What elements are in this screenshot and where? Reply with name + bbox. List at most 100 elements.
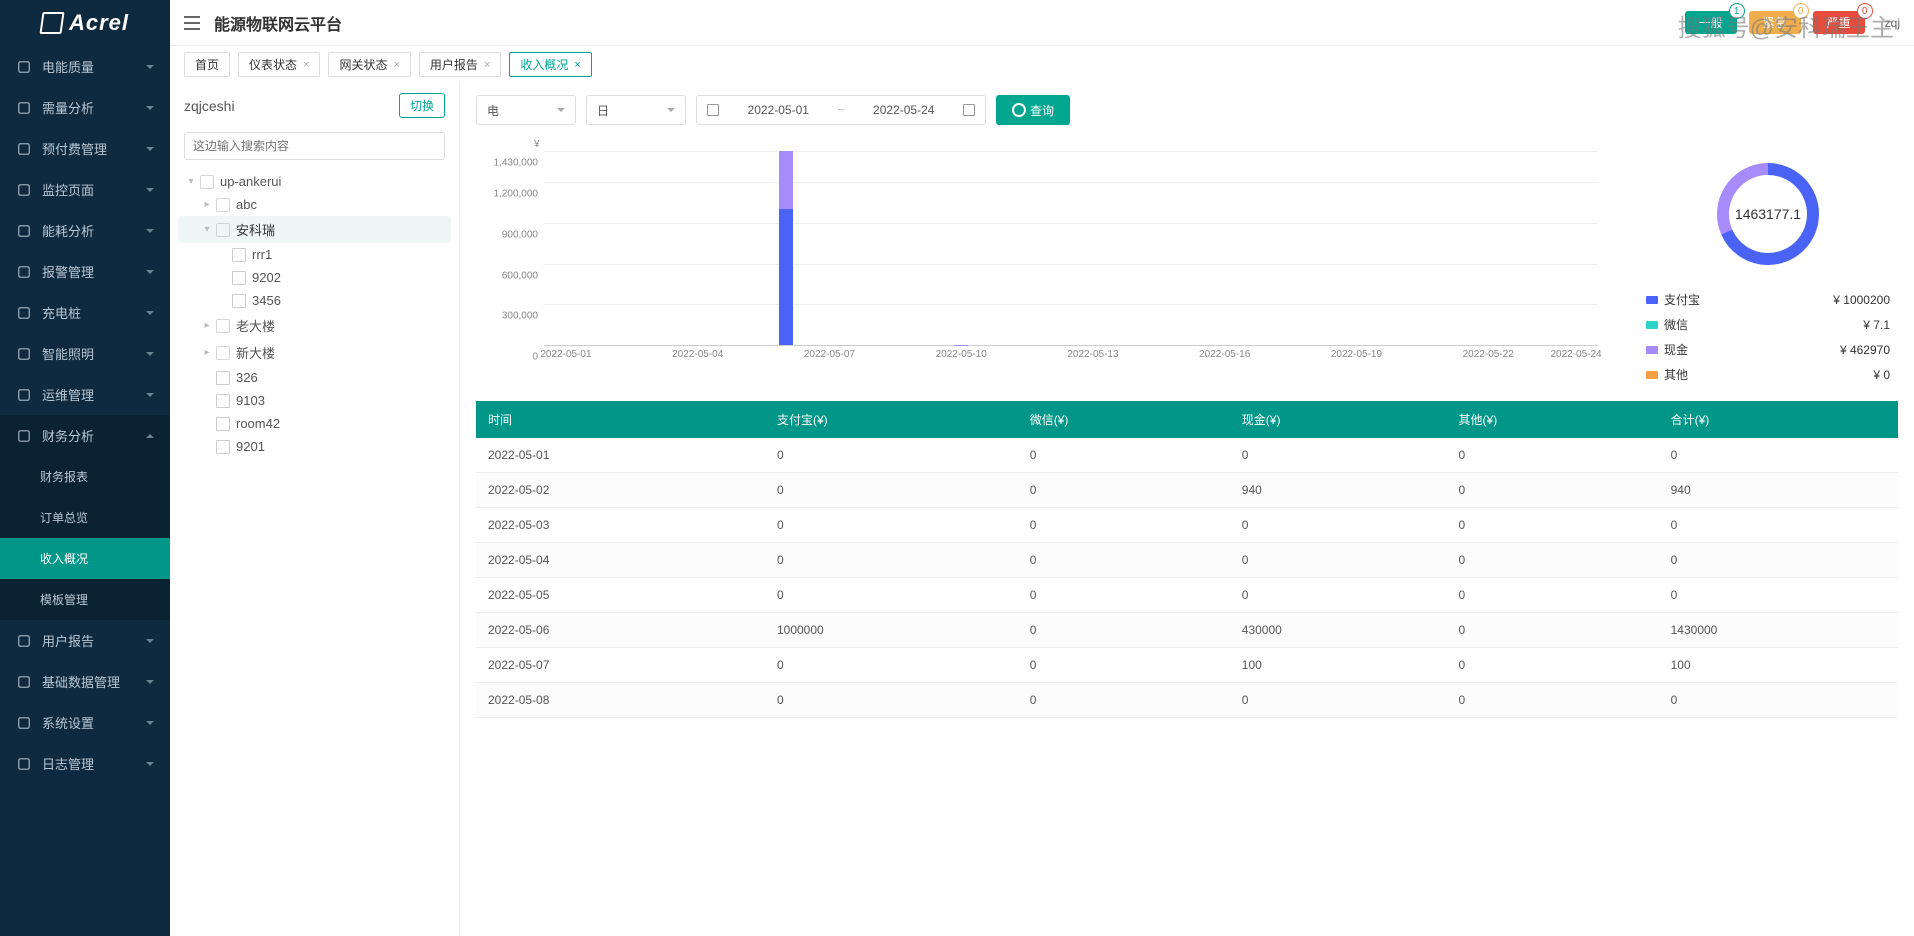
- tree-node[interactable]: 9201: [178, 435, 451, 458]
- table-row: 2022-05-02009400940: [476, 473, 1898, 508]
- tree-title: zqjceshi: [184, 98, 235, 114]
- nav-item[interactable]: 能耗分析: [0, 210, 170, 251]
- tree-toggle-icon[interactable]: ▾: [186, 176, 196, 187]
- tree-node[interactable]: ▾up-ankerui: [178, 170, 451, 193]
- tree-toggle-icon[interactable]: ▾: [202, 224, 212, 235]
- topbar: 能源物联网云平台 一般1紧急0严重0 zqj 搜狐号@安科瑞王主: [170, 0, 1914, 46]
- tree-node[interactable]: room42: [178, 412, 451, 435]
- granularity-select[interactable]: 日: [586, 95, 686, 125]
- table-cell: 0: [1018, 613, 1230, 648]
- card-icon: [16, 141, 32, 157]
- close-icon[interactable]: ×: [303, 59, 309, 71]
- bar-group: [779, 151, 793, 345]
- tree-node[interactable]: ▸新大楼: [178, 339, 451, 366]
- menu-toggle-icon[interactable]: [184, 16, 200, 30]
- alert-badge[interactable]: 一般1: [1685, 11, 1737, 34]
- nav-item[interactable]: 需量分析: [0, 87, 170, 128]
- legend-label: 微信: [1664, 316, 1688, 333]
- nav-subitem[interactable]: 财务报表: [0, 456, 170, 497]
- legend-swatch: [1646, 371, 1658, 379]
- nav-item[interactable]: 充电桩: [0, 292, 170, 333]
- tree-node-label: room42: [236, 416, 280, 431]
- nav-label: 基础数据管理: [42, 672, 146, 691]
- table-cell: 2022-05-06: [476, 613, 765, 648]
- nav-subitem[interactable]: 订单总览: [0, 497, 170, 538]
- tree-node[interactable]: ▾安科瑞: [178, 216, 451, 243]
- alert-badge[interactable]: 严重0: [1813, 11, 1865, 34]
- query-button[interactable]: 查询: [996, 95, 1070, 125]
- legend-value: ¥ 7.1: [1863, 318, 1890, 332]
- table-cell: 0: [1447, 438, 1659, 473]
- tree-node[interactable]: ▸abc: [178, 193, 451, 216]
- nav-item[interactable]: 报警管理: [0, 251, 170, 292]
- switch-button[interactable]: 切换: [399, 93, 445, 118]
- close-icon[interactable]: ×: [574, 59, 580, 71]
- tab[interactable]: 网关状态×: [328, 52, 410, 77]
- table-cell: 0: [1230, 508, 1447, 543]
- nav-subitem[interactable]: 收入概况: [0, 538, 170, 579]
- nav-item[interactable]: 用户报告: [0, 620, 170, 661]
- nav-label: 报警管理: [42, 262, 146, 281]
- table-cell: 2022-05-01: [476, 438, 765, 473]
- chevron-down-icon: [146, 639, 154, 643]
- tree-node[interactable]: rrr1: [178, 243, 451, 266]
- table-row: 2022-05-061000000043000001430000: [476, 613, 1898, 648]
- nav-label: 运维管理: [42, 385, 146, 404]
- tab-bar: 首页仪表状态×网关状态×用户报告×收入概况×: [170, 46, 1914, 83]
- folder-icon: [200, 175, 214, 189]
- nav-item[interactable]: 电能质量: [0, 46, 170, 87]
- badge-label: 一般: [1699, 16, 1723, 30]
- bars-icon: [16, 223, 32, 239]
- bar-segment: [779, 209, 793, 345]
- tab[interactable]: 仪表状态×: [238, 52, 320, 77]
- tab-label: 用户报告: [430, 56, 478, 73]
- nav-item[interactable]: 系统设置: [0, 702, 170, 743]
- alert-badge[interactable]: 紧急0: [1749, 11, 1801, 34]
- table-row: 2022-05-0500000: [476, 578, 1898, 613]
- chart-plot: 0300,000600,000900,0001,200,0001,430,000: [544, 151, 1598, 345]
- close-icon[interactable]: ×: [484, 59, 490, 71]
- nav-item[interactable]: 监控页面: [0, 169, 170, 210]
- tree-toggle-icon[interactable]: ▸: [202, 199, 212, 210]
- nav-item[interactable]: 运维管理: [0, 374, 170, 415]
- tree-body: ▾up-ankerui▸abc▾安科瑞rrr192023456▸老大楼▸新大楼3…: [170, 170, 459, 936]
- tab[interactable]: 首页: [184, 52, 230, 77]
- table-cell: 0: [1447, 543, 1659, 578]
- tree-node[interactable]: 9202: [178, 266, 451, 289]
- user-name[interactable]: zqj: [1885, 16, 1900, 30]
- tree-toggle-icon[interactable]: ▸: [202, 320, 212, 331]
- nav-item[interactable]: 预付费管理: [0, 128, 170, 169]
- table-cell: 0: [765, 543, 1018, 578]
- legend-value: ¥ 1000200: [1833, 293, 1890, 307]
- table-cell: 0: [1447, 578, 1659, 613]
- tree-node[interactable]: ▸老大楼: [178, 312, 451, 339]
- tab[interactable]: 用户报告 ×: [419, 52, 501, 77]
- nav-label: 电能质量: [42, 57, 146, 76]
- doc-icon: [216, 440, 230, 454]
- tab[interactable]: 收入概况×: [509, 52, 591, 77]
- tree-node[interactable]: 9103: [178, 389, 451, 412]
- close-icon[interactable]: ×: [393, 59, 399, 71]
- metric-select[interactable]: 电: [476, 95, 576, 125]
- tree-toggle-icon[interactable]: ▸: [202, 347, 212, 358]
- table-row: 2022-05-07001000100: [476, 648, 1898, 683]
- tree-node[interactable]: 326: [178, 366, 451, 389]
- calendar-icon: [963, 104, 975, 116]
- bulb-icon: [16, 346, 32, 362]
- table-row: 2022-05-0300000: [476, 508, 1898, 543]
- tree-node[interactable]: 3456: [178, 289, 451, 312]
- grid-icon: [16, 674, 32, 690]
- nav-subitem[interactable]: 模板管理: [0, 579, 170, 620]
- table-cell: 0: [1447, 613, 1659, 648]
- date-range-picker[interactable]: 2022-05-01 ~ 2022-05-24: [696, 95, 986, 125]
- nav-item[interactable]: 基础数据管理: [0, 661, 170, 702]
- nav-item[interactable]: 日志管理: [0, 743, 170, 784]
- date-from: 2022-05-01: [748, 103, 809, 117]
- nav-label: 日志管理: [42, 754, 146, 773]
- nav-item[interactable]: 智能照明: [0, 333, 170, 374]
- tree-search-input[interactable]: [184, 132, 445, 160]
- table-cell: 2022-05-03: [476, 508, 765, 543]
- nav-item[interactable]: 财务分析: [0, 415, 170, 456]
- nav-label: 用户报告: [42, 631, 146, 650]
- chevron-down-icon: [146, 65, 154, 69]
